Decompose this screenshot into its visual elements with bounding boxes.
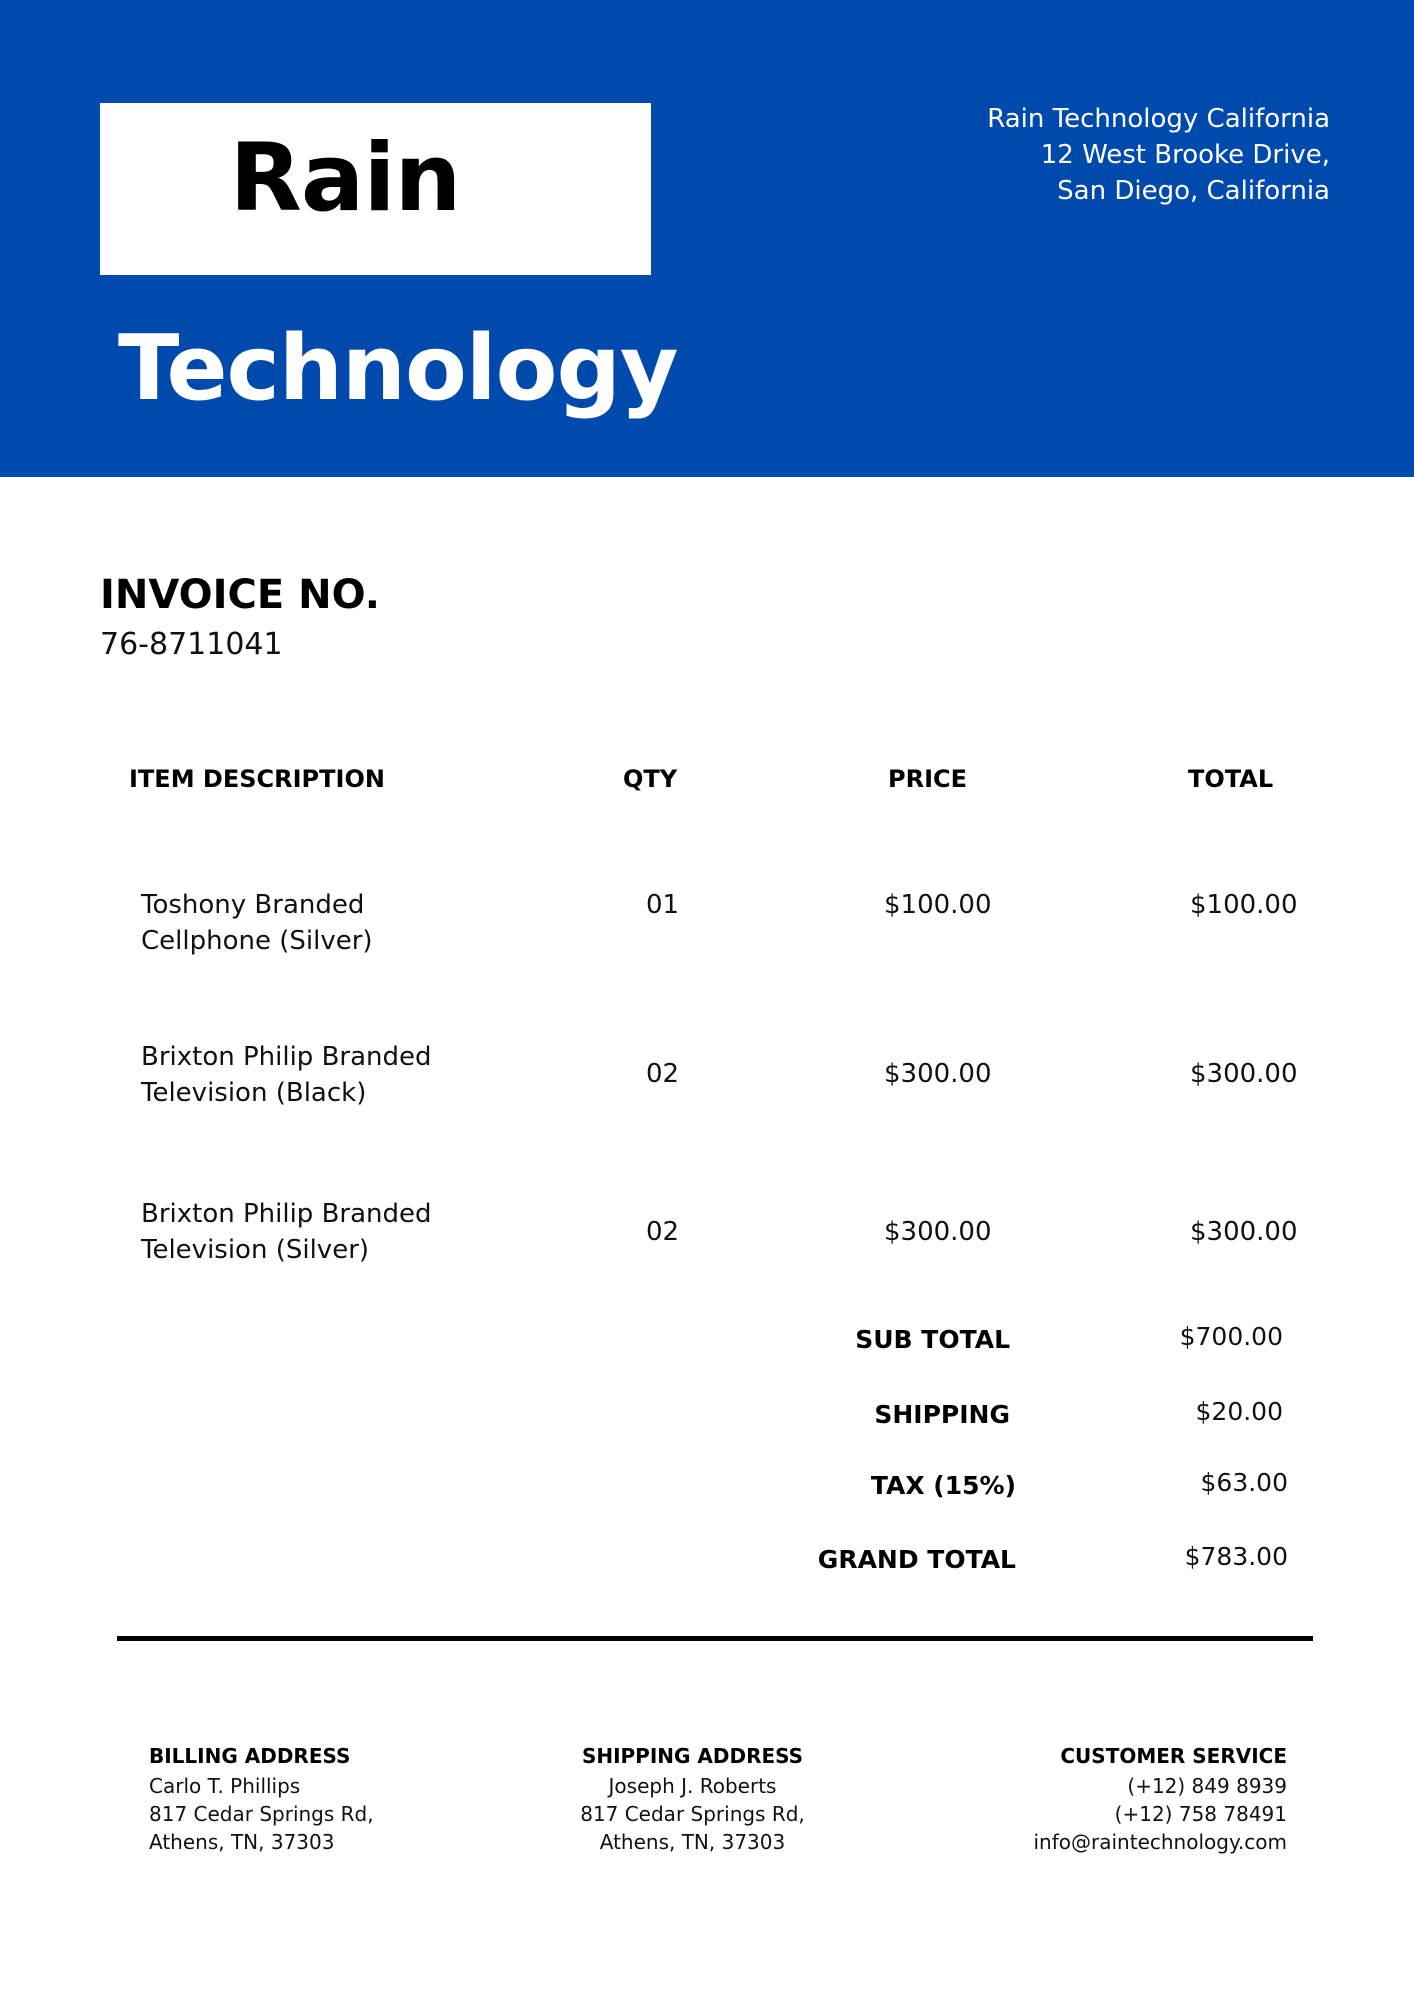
item-description-line: Cellphone (Silver) xyxy=(141,926,373,956)
column-header-qty: QTY xyxy=(623,765,678,793)
billing-address: BILLING ADDRESS Carlo T. Phillips 817 Ce… xyxy=(149,1742,374,1856)
company-address-line: 12 West Brooke Drive, xyxy=(1040,140,1330,170)
item-total: $300.00 xyxy=(1190,1059,1298,1089)
shipping-value: $20.00 xyxy=(1195,1397,1283,1426)
item-description-line: Television (Silver) xyxy=(141,1235,370,1265)
brand-name-bottom: Technology xyxy=(118,316,679,421)
shipping-label: SHIPPING xyxy=(874,1400,1010,1429)
item-description: Toshony Branded Cellphone (Silver) xyxy=(141,887,461,959)
customer-service-phone: (+12) 849 8939 xyxy=(1127,1774,1287,1798)
billing-address-heading: BILLING ADDRESS xyxy=(149,1744,351,1768)
item-description-line: Toshony Branded xyxy=(141,890,365,920)
tax-value: $63.00 xyxy=(1200,1468,1288,1497)
customer-service-heading: CUSTOMER SERVICE xyxy=(1060,1744,1287,1768)
company-address: Rain Technology California 12 West Brook… xyxy=(987,101,1330,209)
item-qty: 02 xyxy=(646,1217,680,1247)
item-description-line: Television (Black) xyxy=(141,1078,367,1108)
subtotal-value: $700.00 xyxy=(1179,1322,1283,1351)
item-total: $100.00 xyxy=(1190,890,1298,920)
company-address-line: Rain Technology California xyxy=(987,104,1330,134)
item-description: Brixton Philip Branded Television (Black… xyxy=(141,1039,461,1111)
item-qty: 02 xyxy=(646,1059,680,1089)
billing-address-line: 817 Cedar Springs Rd, xyxy=(149,1802,374,1826)
grand-total-value: $783.00 xyxy=(1184,1542,1288,1571)
tax-label: TAX (15%) xyxy=(870,1471,1016,1500)
subtotal-label: SUB TOTAL xyxy=(855,1325,1010,1354)
customer-service-email[interactable]: info@raintechnology.com xyxy=(1034,1828,1288,1856)
grand-total-label: GRAND TOTAL xyxy=(817,1545,1016,1574)
shipping-address-heading: SHIPPING ADDRESS xyxy=(581,1744,804,1768)
item-price: $300.00 xyxy=(884,1217,992,1247)
brand-name-top: Rain xyxy=(229,124,462,233)
customer-service: CUSTOMER SERVICE (+12) 849 8939 (+12) 75… xyxy=(1034,1742,1288,1856)
billing-address-line: Carlo T. Phillips xyxy=(149,1774,301,1798)
shipping-address: SHIPPING ADDRESS Joseph J. Roberts 817 C… xyxy=(560,1742,825,1856)
invoice-title: INVOICE NO. xyxy=(100,572,380,618)
item-total: $300.00 xyxy=(1190,1217,1298,1247)
billing-address-line: Athens, TN, 37303 xyxy=(149,1830,335,1854)
item-description-line: Brixton Philip Branded xyxy=(141,1199,432,1229)
customer-service-phone: (+12) 758 78491 xyxy=(1114,1802,1287,1826)
item-qty: 01 xyxy=(646,890,680,920)
column-header-total: TOTAL xyxy=(1188,765,1274,793)
item-description-line: Brixton Philip Branded xyxy=(141,1042,432,1072)
invoice-number: 76-8711041 xyxy=(100,627,283,662)
shipping-address-line: 817 Cedar Springs Rd, xyxy=(580,1802,805,1826)
column-header-description: ITEM DESCRIPTION xyxy=(129,765,385,793)
item-price: $100.00 xyxy=(884,890,992,920)
divider xyxy=(117,1636,1313,1641)
company-address-line: San Diego, California xyxy=(1057,176,1330,206)
shipping-address-line: Athens, TN, 37303 xyxy=(599,1830,786,1854)
shipping-address-line: Joseph J. Roberts xyxy=(608,1774,777,1798)
item-price: $300.00 xyxy=(884,1059,992,1089)
item-description: Brixton Philip Branded Television (Silve… xyxy=(141,1196,461,1268)
column-header-price: PRICE xyxy=(888,765,968,793)
